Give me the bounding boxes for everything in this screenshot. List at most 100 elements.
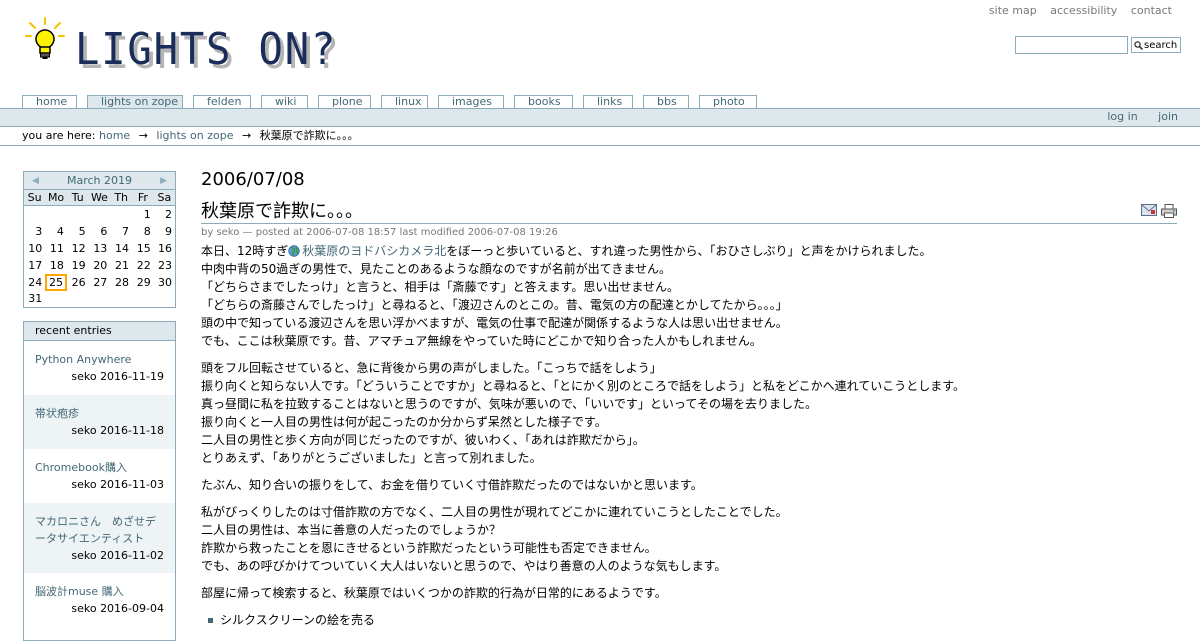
site-logo[interactable]: LIGHTS ON?: [25, 16, 335, 76]
calendar-day: 24: [28, 275, 43, 289]
contact-link[interactable]: contact: [1131, 4, 1172, 17]
calendar-day: [45, 206, 67, 223]
calendar-weekday: Th: [110, 189, 133, 206]
breadcrumb-separator: →: [138, 129, 148, 142]
recent-entry-link[interactable]: Python Anywhere: [35, 351, 164, 368]
date-heading: 2006/07/08: [201, 169, 305, 190]
map-link[interactable]: 秋葉原のヨドバシカメラ北: [302, 244, 446, 258]
calendar-prev-icon[interactable]: ◀: [32, 176, 39, 186]
tab-home[interactable]: home: [22, 95, 77, 109]
tab-wiki[interactable]: wiki: [261, 95, 308, 109]
calendar-day: 2: [165, 207, 172, 221]
calendar-day: 8: [143, 224, 151, 238]
breadcrumb-current: 秋葉原で詐欺に。。。: [259, 129, 359, 142]
portal-tabs: home lights on zope felden wiki plone li…: [22, 95, 767, 109]
body-text: 振り向くと一人目の男性は何が起こったのか分からず呆然とした様子です。: [201, 415, 607, 429]
title-row: 秋葉原で詐欺に。。。: [201, 202, 1177, 224]
tab-bbs[interactable]: bbs: [643, 95, 689, 109]
tab-linux[interactable]: linux: [381, 95, 428, 109]
calendar-day: 27: [93, 275, 108, 289]
calendar-day: [67, 291, 89, 308]
tab-links[interactable]: links: [583, 95, 633, 109]
calendar-day-today[interactable]: 25: [45, 273, 67, 291]
tab-books[interactable]: books: [514, 95, 573, 109]
accessibility-link[interactable]: accessibility: [1050, 4, 1117, 17]
logo-text: LIGHTS ON?: [75, 24, 338, 75]
join-link[interactable]: join: [1158, 110, 1178, 123]
body-text: 私がびっくりしたのは寸借詐欺の方でなく、二人目の男性が現れてどこかに連れていこう…: [201, 505, 788, 519]
calendar-day: 26: [71, 275, 86, 289]
tab-felden[interactable]: felden: [193, 95, 251, 109]
calendar-next-icon[interactable]: ▶: [160, 176, 167, 186]
search-input[interactable]: [1015, 36, 1128, 54]
recent-entries-portlet: recent entries Python Anywhere seko 2016…: [23, 321, 176, 641]
body-text: 真っ昼間に私を拉致することはないと思うのですが、気味が悪いので、「いいです」とい…: [201, 397, 817, 411]
lightbulb-icon: [25, 17, 65, 59]
tab-plone[interactable]: plone: [318, 95, 371, 109]
body-text: とりあえず、「ありがとうございました」と言って別れました。: [201, 451, 542, 465]
calendar-day: 30: [158, 275, 172, 289]
calendar-weekday: Fr: [132, 189, 154, 206]
body-text: 本日、12時すぎ: [201, 244, 289, 258]
recent-entry-meta: seko 2016-11-19: [71, 370, 164, 383]
site-map-link[interactable]: site map: [989, 4, 1037, 17]
calendar-day: 14: [115, 241, 130, 255]
recent-entry-link[interactable]: Chromebook購入: [35, 459, 164, 476]
list-item: シルクスクリーンの絵を売る: [205, 611, 1177, 629]
print-icon[interactable]: [1161, 204, 1177, 218]
search-button-label: search: [1144, 39, 1178, 51]
calendar-day: [45, 291, 67, 308]
paragraph: 本日、12時すぎ 秋葉原のヨドバシカメラ北をぼーっと歩いていると、すれ違った男性か…: [201, 242, 1177, 350]
list-item: マカロニさん めざせデータサイエンティスト seko 2016-11-02: [24, 503, 175, 573]
login-link[interactable]: log in: [1107, 110, 1137, 123]
site-actions: site map accessibility contact: [979, 4, 1172, 17]
paragraph: たぶん、知り合いの振りをして、お金を借りていく寸借詐欺だったのではないかと思いま…: [201, 476, 1177, 494]
list-item: Chromebook購入 seko 2016-11-03: [24, 449, 175, 503]
calendar-day: 16: [158, 241, 172, 255]
tab-images[interactable]: images: [438, 95, 504, 109]
search-button[interactable]: search: [1131, 37, 1182, 53]
mail-icon[interactable]: [1141, 204, 1157, 216]
calendar-day: 21: [115, 258, 130, 272]
breadcrumb-separator: →: [241, 129, 252, 142]
recent-entry-link[interactable]: マカロニさん めざせデータサイエンティスト: [35, 513, 164, 547]
recent-entry-meta: seko 2016-11-03: [71, 478, 164, 491]
recent-entry-link[interactable]: 脳波計muse 購入: [35, 583, 164, 600]
calendar-day: [89, 291, 111, 308]
list-item: 帯状疱疹 seko 2016-11-18: [24, 395, 175, 449]
calendar-day: 23: [158, 258, 172, 272]
calendar-day: 1: [143, 207, 151, 221]
document-actions: [1141, 204, 1177, 218]
calendar-day: [132, 291, 154, 308]
recent-entry-link[interactable]: 帯状疱疹: [35, 405, 164, 422]
calendar: ◀ March 2019 ▶ Su Mo Tu We Th Fr Sa 1 2: [23, 171, 176, 308]
body-text: でも、ここは秋葉原です。昔、アマチュア無線をやっていた時にどこかで知り合った人か…: [201, 334, 762, 348]
globe-icon: [288, 245, 300, 257]
list-item: 脳波計muse 購入 seko 2016-09-04: [24, 573, 175, 627]
calendar-day: [67, 206, 89, 223]
body-text: 詐欺から救ったことを恩にきせるという詐欺だったという可能性も否定できません。: [201, 541, 657, 555]
calendar-weekday: Sa: [153, 189, 176, 206]
calendar-weekday: Su: [23, 189, 46, 206]
tab-lights-on-zope[interactable]: lights on zope: [87, 95, 183, 109]
body-text: 「どちらさまでしたっけ」と言うと、相手は「斎藤です」と答えます。思い出せません。: [201, 280, 679, 294]
calendar-weekday: Tu: [66, 189, 89, 206]
calendar-day: 15: [136, 241, 151, 255]
body-text: 振り向くと知らない人です。「どういうことですか」と尋ねると、「とにかく別のところ…: [201, 379, 966, 393]
calendar-day: 6: [100, 224, 108, 238]
paragraph: 部屋に帰って検索すると、秋葉原ではいくつかの詐欺的行為が日常的にあるようです。: [201, 584, 1177, 602]
calendar-day: 10: [28, 241, 43, 255]
main-content: 2006/07/08 秋葉原で詐欺に。。。 by seko — posted a…: [201, 168, 1177, 629]
calendar-day: 11: [49, 241, 64, 255]
calendar-day: [154, 291, 176, 308]
breadcrumb-home[interactable]: home: [99, 129, 130, 142]
paragraph: 私がびっくりしたのは寸借詐欺の方でなく、二人目の男性が現れてどこかに連れていこう…: [201, 503, 1177, 575]
calendar-day: 13: [93, 241, 108, 255]
tab-photo[interactable]: photo: [699, 95, 757, 109]
calendar-day: 5: [78, 224, 86, 238]
recent-entry-meta: seko 2016-11-18: [71, 424, 164, 437]
calendar-weekday: We: [88, 189, 111, 206]
breadcrumb-lights-on-zope[interactable]: lights on zope: [156, 129, 233, 142]
calendar-weekday: Mo: [45, 189, 67, 206]
recent-entry-meta: seko 2016-09-04: [71, 602, 164, 615]
